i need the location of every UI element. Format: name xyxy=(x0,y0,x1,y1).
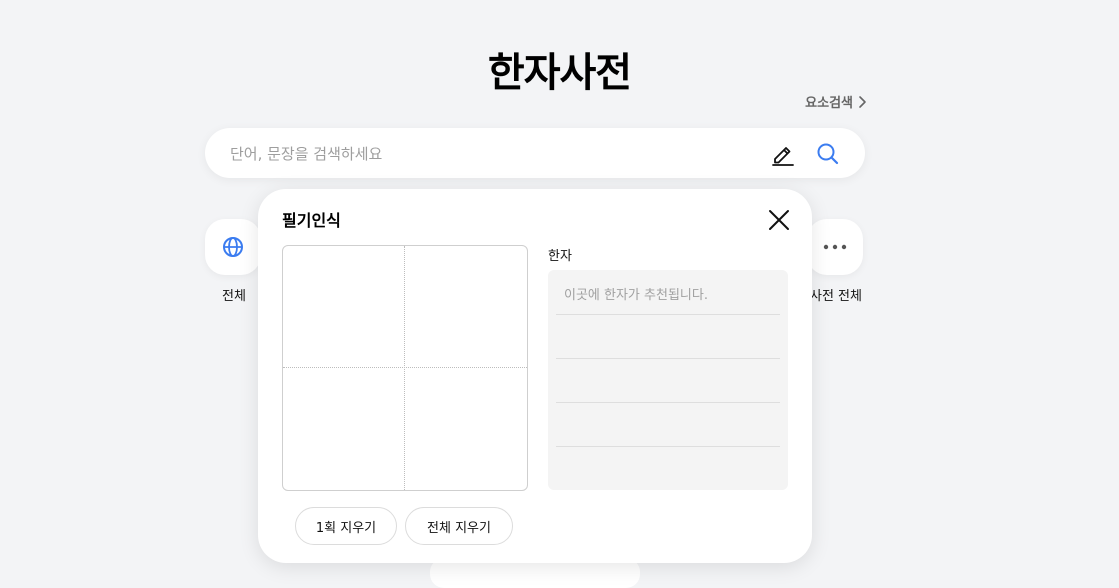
search-bar xyxy=(205,128,865,180)
canvas-guide-vertical xyxy=(404,246,405,490)
category-more-tile xyxy=(807,219,863,275)
result-divider xyxy=(556,446,780,447)
canvas-guide-horizontal xyxy=(283,367,527,368)
globe-icon xyxy=(223,237,243,257)
handwriting-canvas[interactable] xyxy=(282,245,528,491)
category-all-label: 전체 xyxy=(222,289,246,304)
undo-stroke-button[interactable]: 1획 지우기 xyxy=(295,507,397,545)
hanja-result-list: 이곳에 한자가 추천됩니다. xyxy=(548,270,788,490)
close-icon xyxy=(769,210,789,230)
hanja-result-hint: 이곳에 한자가 추천됩니다. xyxy=(564,288,708,303)
pen-icon xyxy=(772,147,794,166)
category-all-tile xyxy=(205,219,261,275)
handwriting-button[interactable] xyxy=(769,140,797,168)
element-search-link[interactable]: 요소검색 xyxy=(805,92,867,111)
result-divider xyxy=(556,314,780,315)
category-all[interactable]: 전체 xyxy=(205,219,263,304)
search-button[interactable] xyxy=(814,140,842,168)
search-icon xyxy=(817,143,839,165)
element-search-label: 요소검색 xyxy=(805,96,853,111)
search-input[interactable] xyxy=(228,128,752,180)
hanja-result-label: 한자 xyxy=(548,249,572,264)
clear-all-button[interactable]: 전체 지우기 xyxy=(405,507,513,545)
handwriting-popup: 필기인식 한자 이곳에 한자가 추천됩니다. 1획 지우기 전체 지우기 xyxy=(258,189,812,563)
close-button[interactable] xyxy=(766,207,792,233)
page-title: 한자사전 xyxy=(487,50,632,96)
category-more-label: 사전 전체 xyxy=(810,289,862,304)
popup-title: 필기인식 xyxy=(282,211,341,230)
result-divider xyxy=(556,358,780,359)
chevron-right-icon xyxy=(859,95,866,108)
more-icon xyxy=(823,244,847,250)
category-more[interactable]: 사전 전체 xyxy=(807,219,865,304)
result-divider xyxy=(556,402,780,403)
